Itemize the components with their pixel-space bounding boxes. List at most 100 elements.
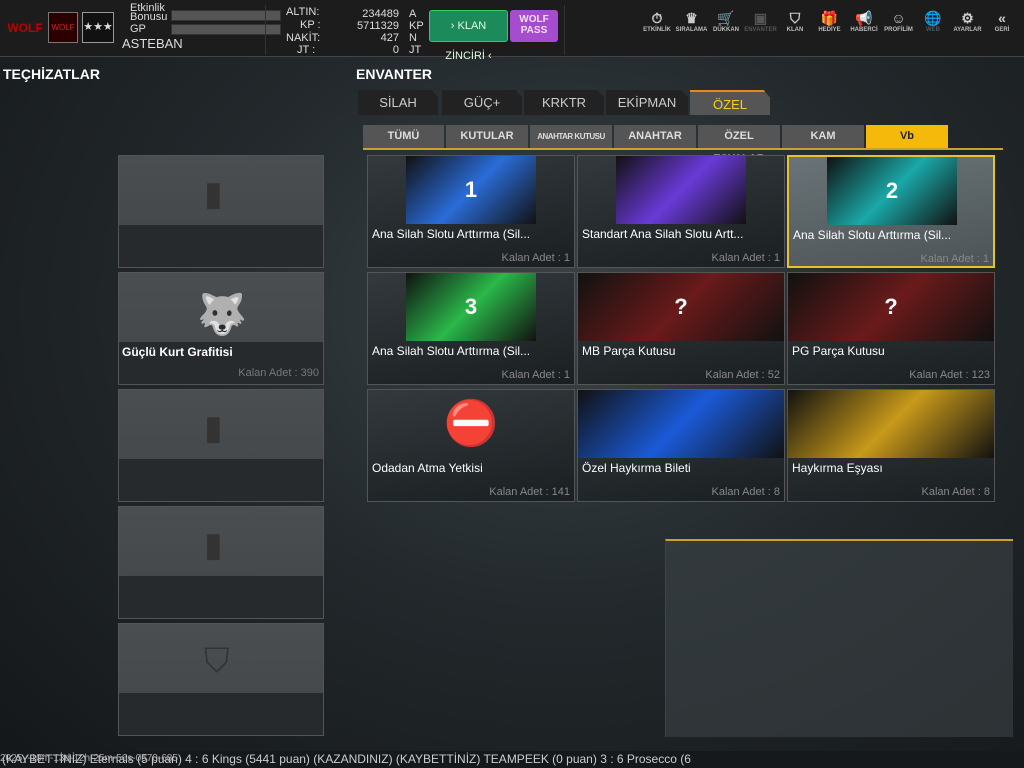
spray-icon: ▮ bbox=[204, 175, 223, 213]
nav-envanter[interactable]: ▣ ENVANTER bbox=[744, 10, 778, 33]
subtab-3[interactable]: ANAHTAR bbox=[614, 125, 696, 148]
item-count: Kalan Adet : 141 bbox=[489, 486, 570, 498]
tab-3[interactable]: EKİPMAN bbox=[606, 90, 688, 115]
nav-ayarlar[interactable]: ⚙ AYARLAR bbox=[951, 10, 985, 33]
kp-unit: KP bbox=[409, 20, 424, 32]
inventory-item[interactable]: ? PG Parça Kutusu Kalan Adet : 123 bbox=[787, 272, 995, 385]
nav-label: GERİ bbox=[994, 27, 1010, 33]
nav-label: HABERCİ bbox=[850, 27, 878, 33]
inventory-item[interactable]: Özel Haykırma Bileti Kalan Adet : 8 bbox=[577, 389, 785, 502]
item-image bbox=[616, 156, 746, 224]
inventory-item[interactable]: ⛔ Odadan Atma Yetkisi Kalan Adet : 141 bbox=[367, 389, 575, 502]
item-count: Kalan Adet : 52 bbox=[705, 369, 780, 381]
item-image bbox=[578, 390, 784, 458]
subtab-5[interactable]: KAM bbox=[782, 125, 864, 148]
item-count: Kalan Adet : 1 bbox=[920, 253, 990, 265]
equipment-slot[interactable]: ▮ bbox=[118, 506, 324, 619]
inventory-item[interactable]: Standart Ana Silah Slotu Artt... Kalan Ad… bbox=[577, 155, 785, 268]
subtab-underline bbox=[363, 148, 1003, 150]
rank-icon: ★★★ bbox=[82, 12, 114, 43]
nav-label: ETKİNLİK bbox=[643, 27, 671, 33]
item-image: ⛔ bbox=[443, 399, 499, 448]
equipment-slot[interactable]: ▮ bbox=[118, 389, 324, 502]
item-image: 1 bbox=[406, 156, 536, 224]
timestamp: 2025y-10m-13d-12h-25m-56s-0570-685 bbox=[0, 753, 178, 764]
top-bar: WOLF WOLF ★★★ Etkinlik Bonusu GP ASTEBAN… bbox=[0, 0, 1024, 62]
nav-klan[interactable]: ⛉ KLAN bbox=[778, 10, 812, 33]
nav-label: DÜKKAN bbox=[713, 27, 739, 33]
klan-zinciri-button[interactable]: › KLAN ZİNCİRİ ‹ bbox=[429, 10, 508, 62]
item-image bbox=[788, 390, 994, 458]
equipment-title: TEÇHİZATLAR bbox=[3, 66, 100, 82]
item-count: Kalan Adet : 123 bbox=[909, 369, 990, 381]
item-name: Ana Silah Slotu Arttırma (Sil... bbox=[793, 228, 952, 242]
equipment-slot[interactable]: ⛉ bbox=[118, 623, 324, 736]
equipment-slot[interactable]: ▮ bbox=[118, 155, 324, 268]
jt-value: 0 bbox=[392, 44, 399, 56]
nakit-unit: N bbox=[409, 32, 417, 44]
item-name: Haykırma Eşyası bbox=[792, 461, 883, 475]
subtab-1[interactable]: KUTULAR bbox=[446, 125, 528, 148]
subtab-2[interactable]: ANAHTAR KUTUSU bbox=[530, 125, 612, 148]
siralama-icon: ♛ bbox=[685, 10, 698, 26]
item-name: PG Parça Kutusu bbox=[792, 344, 885, 358]
etki̇nli̇k-icon: ⏱ bbox=[651, 10, 663, 26]
item-image: 3 bbox=[406, 273, 536, 341]
profi̇li̇m-icon: ☺ bbox=[891, 10, 906, 26]
equipment-slot[interactable]: 🐺 Güçlü Kurt Grafitisi Kalan Adet : 390 bbox=[118, 272, 324, 385]
klan-icon: ⛉ bbox=[789, 10, 801, 26]
clan-badge: WOLF bbox=[48, 12, 78, 43]
geri̇-icon: « bbox=[998, 10, 1006, 26]
nav-etki̇nli̇k[interactable]: ⏱ ETKİNLİK bbox=[640, 10, 674, 33]
item-count: Kalan Adet : 1 bbox=[501, 252, 571, 264]
nav-dükkan[interactable]: 🛒 DÜKKAN bbox=[709, 10, 743, 33]
item-count: Kalan Adet : 8 bbox=[921, 486, 991, 498]
inventory-item[interactable]: 1 Ana Silah Slotu Arttırma (Sil... Kalan A… bbox=[367, 155, 575, 268]
item-name: Ana Silah Slotu Arttırma (Sil... bbox=[372, 227, 531, 241]
inventory-item[interactable]: Haykırma Eşyası Kalan Adet : 8 bbox=[787, 389, 995, 502]
item-count: Kalan Adet : 1 bbox=[711, 252, 781, 264]
nav-profi̇li̇m[interactable]: ☺ PROFİLİM bbox=[882, 10, 916, 33]
subtab-0[interactable]: TÜMÜ bbox=[363, 125, 444, 148]
item-detail-panel bbox=[665, 539, 1013, 737]
altin-unit: A bbox=[409, 8, 417, 20]
hedi̇ye-icon: 🎁 bbox=[820, 10, 839, 26]
nav-web[interactable]: 🌐 WEB bbox=[916, 10, 950, 33]
nav-siralama[interactable]: ♛ SIRALAMA bbox=[675, 10, 709, 33]
tab-4[interactable]: ÖZEL bbox=[690, 90, 770, 115]
subtab-6[interactable]: Vb bbox=[866, 125, 948, 148]
tab-2[interactable]: KRKTR bbox=[524, 90, 604, 115]
inventory-item[interactable]: 2 Ana Silah Slotu Arttırma (Sil... Kalan A… bbox=[787, 155, 995, 268]
gp-label: GP bbox=[130, 23, 146, 35]
spray-icon: ▮ bbox=[204, 526, 223, 564]
web-icon: 🌐 bbox=[924, 10, 942, 26]
dükkan-icon: 🛒 bbox=[717, 10, 735, 26]
inventory-item[interactable]: ? MB Parça Kutusu Kalan Adet : 52 bbox=[577, 272, 785, 385]
nav-geri̇[interactable]: «GERİ bbox=[985, 10, 1019, 33]
slot-item-count: Kalan Adet : 390 bbox=[238, 367, 319, 379]
event-bonus-label: Etkinlik Bonusu bbox=[130, 2, 168, 23]
nav-haberci̇[interactable]: 📢 HABERCİ bbox=[847, 10, 881, 33]
slot-item-name: Güçlü Kurt Grafitisi bbox=[122, 345, 233, 359]
nav-label: KLAN bbox=[786, 27, 804, 33]
username: ASTEBAN bbox=[122, 36, 183, 51]
inventory-item[interactable]: 3 Ana Silah Slotu Arttırma (Sil... Kalan A… bbox=[367, 272, 575, 385]
kp-value: 5711329 bbox=[356, 20, 399, 32]
tab-1[interactable]: GÜÇ+ bbox=[442, 90, 522, 115]
item-count: Kalan Adet : 1 bbox=[501, 369, 571, 381]
item-name: Özel Haykırma Bileti bbox=[582, 461, 691, 475]
item-image: ? bbox=[788, 273, 994, 341]
nav-label: SIRALAMA bbox=[675, 27, 708, 33]
subtab-4[interactable]: ÖZEL EŞYALAR bbox=[698, 125, 780, 165]
nakit-value: 427 bbox=[380, 32, 399, 44]
item-name: Standart Ana Silah Slotu Artt... bbox=[582, 227, 744, 241]
item-name: Odadan Atma Yetkisi bbox=[372, 461, 483, 475]
shield-icon: ⛉ bbox=[204, 642, 230, 680]
nav-label: AYARLAR bbox=[953, 27, 982, 33]
envanter-icon: ▣ bbox=[753, 10, 768, 26]
nav-hedi̇ye[interactable]: 🎁 HEDİYE bbox=[813, 10, 847, 33]
wolf-pass-button[interactable]: WOLF PASS bbox=[510, 10, 558, 42]
nav-label: ENVANTER bbox=[744, 27, 777, 33]
tab-0[interactable]: SİLAH bbox=[358, 90, 438, 115]
item-count: Kalan Adet : 8 bbox=[711, 486, 781, 498]
